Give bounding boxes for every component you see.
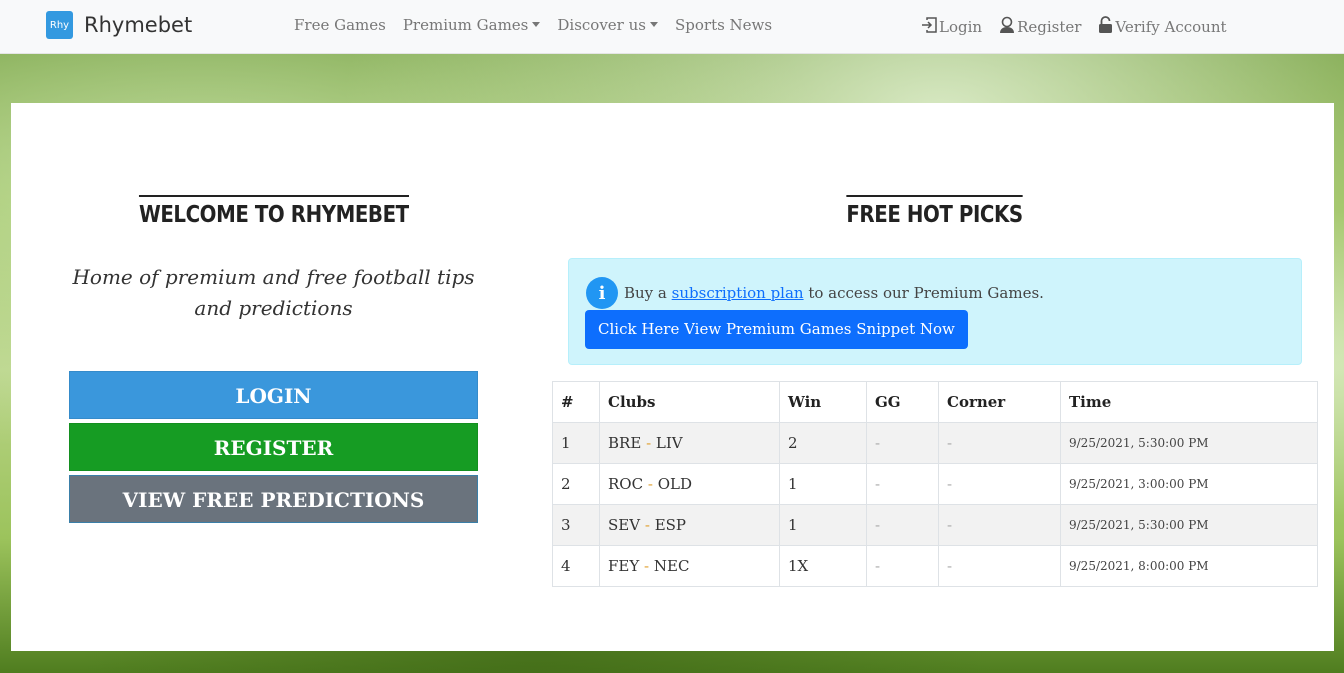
cell-number: 2 [552, 463, 600, 505]
main-nav: Free Games Premium Games Discover us Spo… [294, 16, 789, 34]
nav-discover-us-label: Discover us [557, 16, 646, 34]
vs-dash: - [647, 475, 653, 493]
alert-suffix: to access our Premium Games. [808, 284, 1044, 302]
away-club: OLD [657, 475, 693, 493]
col-header-time: Time [1060, 381, 1318, 423]
premium-snippet-button[interactable]: Click Here View Premium Games Snippet No… [585, 310, 968, 349]
nav-login-label: Login [939, 18, 983, 36]
cell-time: 9/25/2021, 5:30:00 PM [1060, 504, 1318, 546]
register-icon [999, 16, 1015, 38]
cell-gg: - [866, 463, 939, 505]
brand-logo: Rhy [46, 11, 73, 39]
cell-number: 3 [552, 504, 600, 546]
nav-free-games[interactable]: Free Games [294, 16, 386, 34]
vs-dash: - [644, 516, 650, 534]
register-button[interactable]: REGISTER [69, 423, 478, 471]
col-header-number: # [552, 381, 600, 423]
cell-corner: - [938, 422, 1061, 464]
navbar: Rhy Rhymebet Free Games Premium Games Di… [0, 0, 1344, 54]
away-club: NEC [653, 557, 690, 575]
brand-name: Rhymebet [84, 13, 193, 37]
nav-verify-account-label: Verify Account [1115, 18, 1227, 36]
picks-table: # Clubs Win GG Corner Time 1 BRE - LIV 2… [552, 381, 1318, 587]
cell-time: 9/25/2021, 5:30:00 PM [1060, 422, 1318, 464]
nav-register-label: Register [1017, 18, 1082, 36]
cell-clubs: ROC - OLD [599, 463, 780, 505]
col-header-clubs: Clubs [599, 381, 780, 423]
home-club: ROC [608, 475, 644, 493]
nav-verify-account[interactable]: Verify Account [1098, 16, 1227, 38]
cell-corner: - [938, 463, 1061, 505]
cell-clubs: FEY - NEC [599, 545, 780, 587]
brand[interactable]: Rhy Rhymebet [46, 11, 192, 39]
subscription-plan-link[interactable]: subscription plan [672, 284, 804, 302]
nav-login[interactable]: Login [921, 16, 982, 38]
view-free-predictions-button[interactable]: VIEW FREE PREDICTIONS [69, 475, 478, 523]
nav-premium-games-label: Premium Games [402, 16, 529, 34]
table-row: 2 ROC - OLD 1 - - 9/25/2021, 3:00:00 PM [552, 463, 1318, 505]
cell-win: 1 [779, 504, 867, 546]
cell-win: 2 [779, 422, 867, 464]
nav-premium-games[interactable]: Premium Games [403, 16, 541, 34]
lock-icon [1098, 16, 1113, 38]
cell-clubs: BRE - LIV [599, 422, 780, 464]
nav-sports-news[interactable]: Sports News [675, 16, 772, 34]
cell-clubs: SEV - ESP [599, 504, 780, 546]
col-header-corner: Corner [938, 381, 1061, 423]
main-card: WELCOME TO RHYMEBET Home of premium and … [11, 103, 1334, 651]
table-header-row: # Clubs Win GG Corner Time [552, 381, 1318, 423]
alert-message: i Buy a subscription plan to access our … [586, 277, 1044, 309]
alert-prefix: Buy a [624, 284, 667, 302]
cell-number: 4 [552, 545, 600, 587]
nav-discover-us[interactable]: Discover us [557, 16, 658, 34]
hot-picks-title: FREE HOT PICKS [846, 195, 1024, 228]
subscription-alert: i Buy a subscription plan to access our … [568, 258, 1302, 365]
hot-picks-title-wrap: FREE HOT PICKS [552, 195, 1318, 228]
cell-win: 1 [779, 463, 867, 505]
away-club: ESP [654, 516, 687, 534]
table-row: 4 FEY - NEC 1X - - 9/25/2021, 8:00:00 PM [552, 545, 1318, 587]
vs-dash: - [644, 557, 650, 575]
caret-down-icon [649, 22, 658, 27]
cell-gg: - [866, 422, 939, 464]
login-button[interactable]: LOGIN [69, 371, 478, 419]
user-nav: Login Register Verify Account [921, 16, 1244, 38]
cell-gg: - [866, 504, 939, 546]
col-header-gg: GG [866, 381, 939, 423]
home-club: SEV [608, 516, 641, 534]
hot-picks-section: FREE HOT PICKS i Buy a subscription plan… [552, 195, 1318, 587]
cell-time: 9/25/2021, 8:00:00 PM [1060, 545, 1318, 587]
cell-gg: - [866, 545, 939, 587]
table-row: 3 SEV - ESP 1 - - 9/25/2021, 5:30:00 PM [552, 504, 1318, 546]
cell-corner: - [938, 545, 1061, 587]
table-row: 1 BRE - LIV 2 - - 9/25/2021, 5:30:00 PM [552, 422, 1318, 464]
welcome-tagline: Home of premium and free football tips a… [72, 265, 475, 320]
nav-register[interactable]: Register [999, 16, 1081, 38]
cell-number: 1 [552, 422, 600, 464]
welcome-title: WELCOME TO RHYMEBET [138, 195, 409, 228]
caret-down-icon [532, 22, 541, 27]
login-icon [921, 17, 937, 37]
welcome-section: WELCOME TO RHYMEBET Home of premium and … [69, 195, 478, 523]
cell-win: 1X [779, 545, 867, 587]
home-club: BRE [608, 434, 642, 452]
vs-dash: - [646, 434, 652, 452]
col-header-win: Win [779, 381, 867, 423]
cell-corner: - [938, 504, 1061, 546]
info-icon: i [586, 277, 618, 309]
alert-text: Buy a subscription plan to access our Pr… [624, 284, 1044, 302]
home-club: FEY [608, 557, 640, 575]
cell-time: 9/25/2021, 3:00:00 PM [1060, 463, 1318, 505]
away-club: LIV [655, 434, 683, 452]
